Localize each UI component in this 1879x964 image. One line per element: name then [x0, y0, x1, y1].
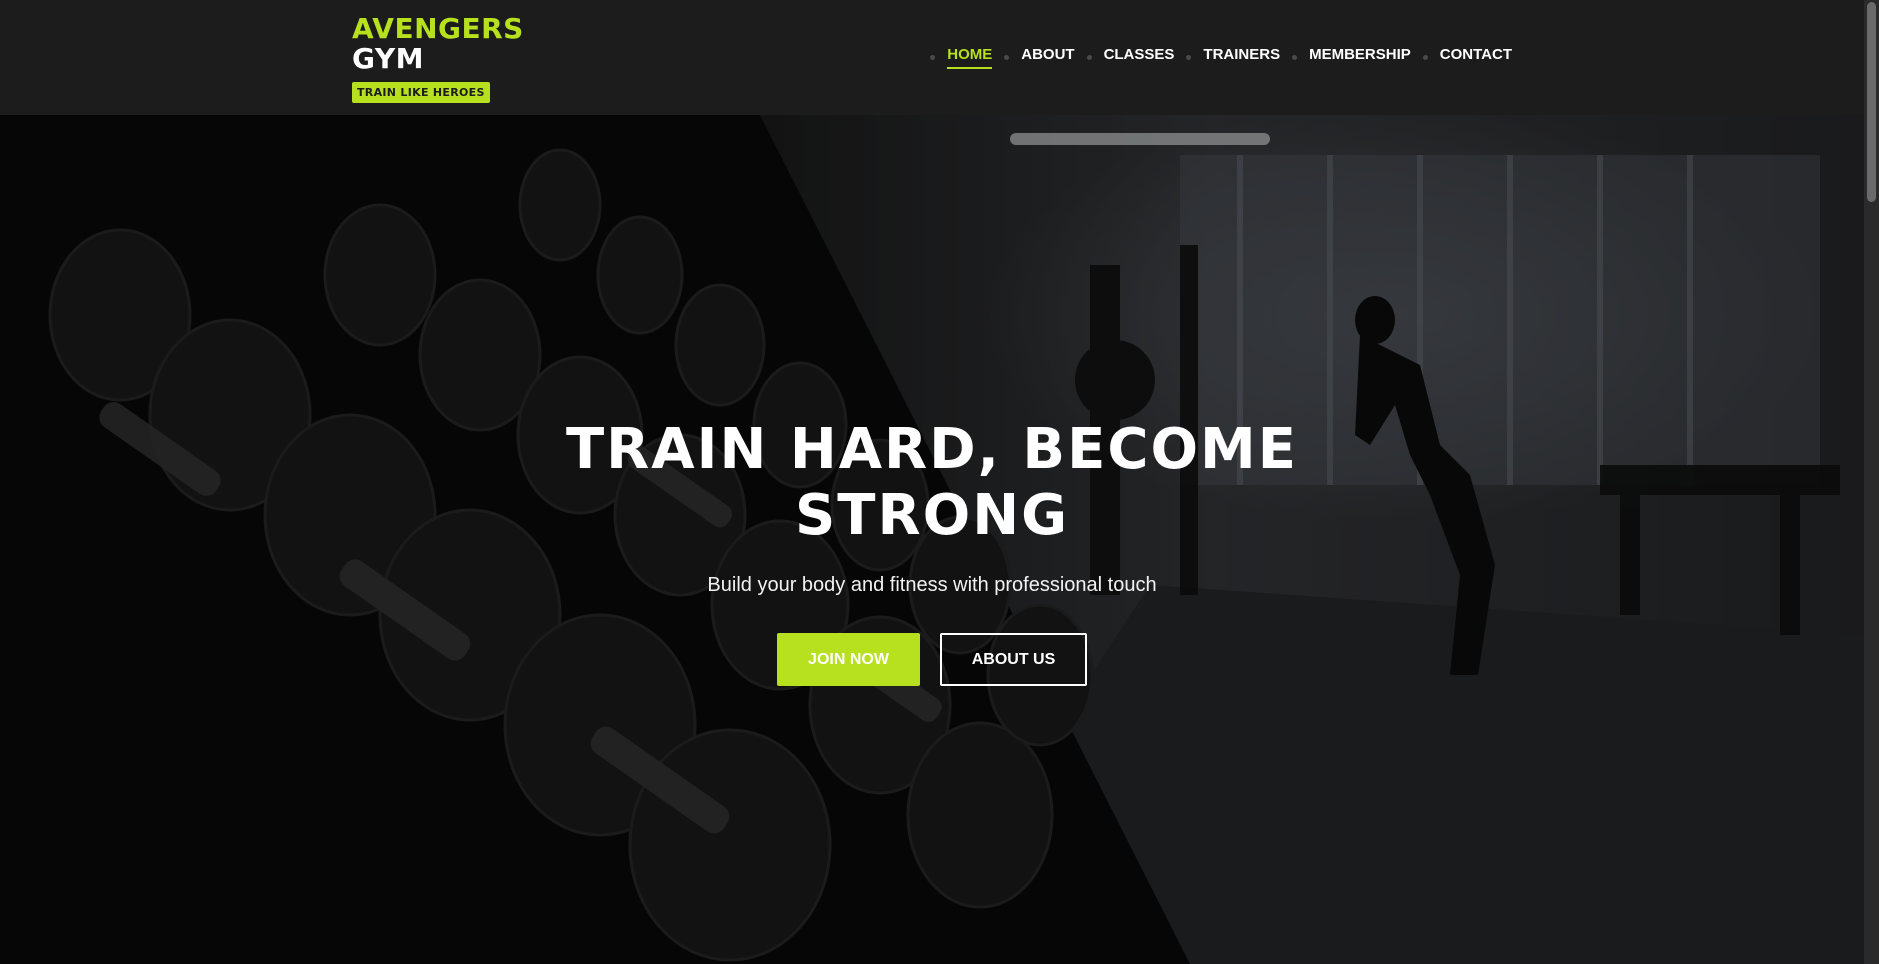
nav-item-classes: CLASSES	[1086, 46, 1175, 69]
nav-link-classes[interactable]: CLASSES	[1104, 46, 1175, 69]
nav-link-membership[interactable]: MEMBERSHIP	[1309, 46, 1411, 69]
hero-content: TRAIN HARD, BECOME STRONG Build your bod…	[0, 115, 1864, 964]
nav-item-about: ABOUT	[1004, 46, 1075, 69]
scrollbar-thumb[interactable]	[1867, 2, 1876, 202]
nav-link-contact[interactable]: CONTACT	[1440, 46, 1512, 69]
nav-separator-dot	[1004, 55, 1010, 60]
nav-item-membership: MEMBERSHIP	[1292, 46, 1411, 69]
nav-separator-dot	[930, 55, 936, 60]
brand-tagline: TRAIN LIKE HEROES	[352, 82, 490, 103]
nav-separator-dot	[1422, 55, 1428, 60]
hero-subtitle: Build your body and fitness with profess…	[707, 574, 1157, 596]
nav-separator-dot	[1292, 55, 1298, 60]
nav-item-home: HOME	[930, 46, 993, 69]
page-scrollbar[interactable]	[1864, 0, 1879, 964]
nav-item-contact: CONTACT	[1422, 46, 1512, 69]
brand-logo[interactable]: AVENGERS GYM TRAIN LIKE HEROES	[352, 14, 524, 103]
nav-separator-dot	[1086, 55, 1092, 60]
site-header: AVENGERS GYM TRAIN LIKE HEROES HOME ABOU…	[0, 0, 1864, 115]
nav-link-about[interactable]: ABOUT	[1021, 46, 1074, 69]
brand-name-line2: GYM	[352, 42, 425, 75]
nav-link-home[interactable]: HOME	[947, 46, 993, 69]
join-now-button[interactable]: JOIN NOW	[777, 633, 920, 686]
hero-section: TRAIN HARD, BECOME STRONG Build your bod…	[0, 115, 1864, 964]
about-us-button[interactable]: ABOUT US	[940, 633, 1087, 686]
brand-name-line1: AVENGERS	[352, 12, 524, 45]
nav-item-trainers: TRAINERS	[1186, 46, 1280, 69]
nav-link-trainers[interactable]: TRAINERS	[1203, 46, 1280, 69]
nav-separator-dot	[1186, 55, 1192, 60]
hero-title: TRAIN HARD, BECOME STRONG	[565, 417, 1299, 548]
main-nav: HOME ABOUT CLASSES TRAINERS MEMBERSHIP C…	[918, 46, 1512, 69]
